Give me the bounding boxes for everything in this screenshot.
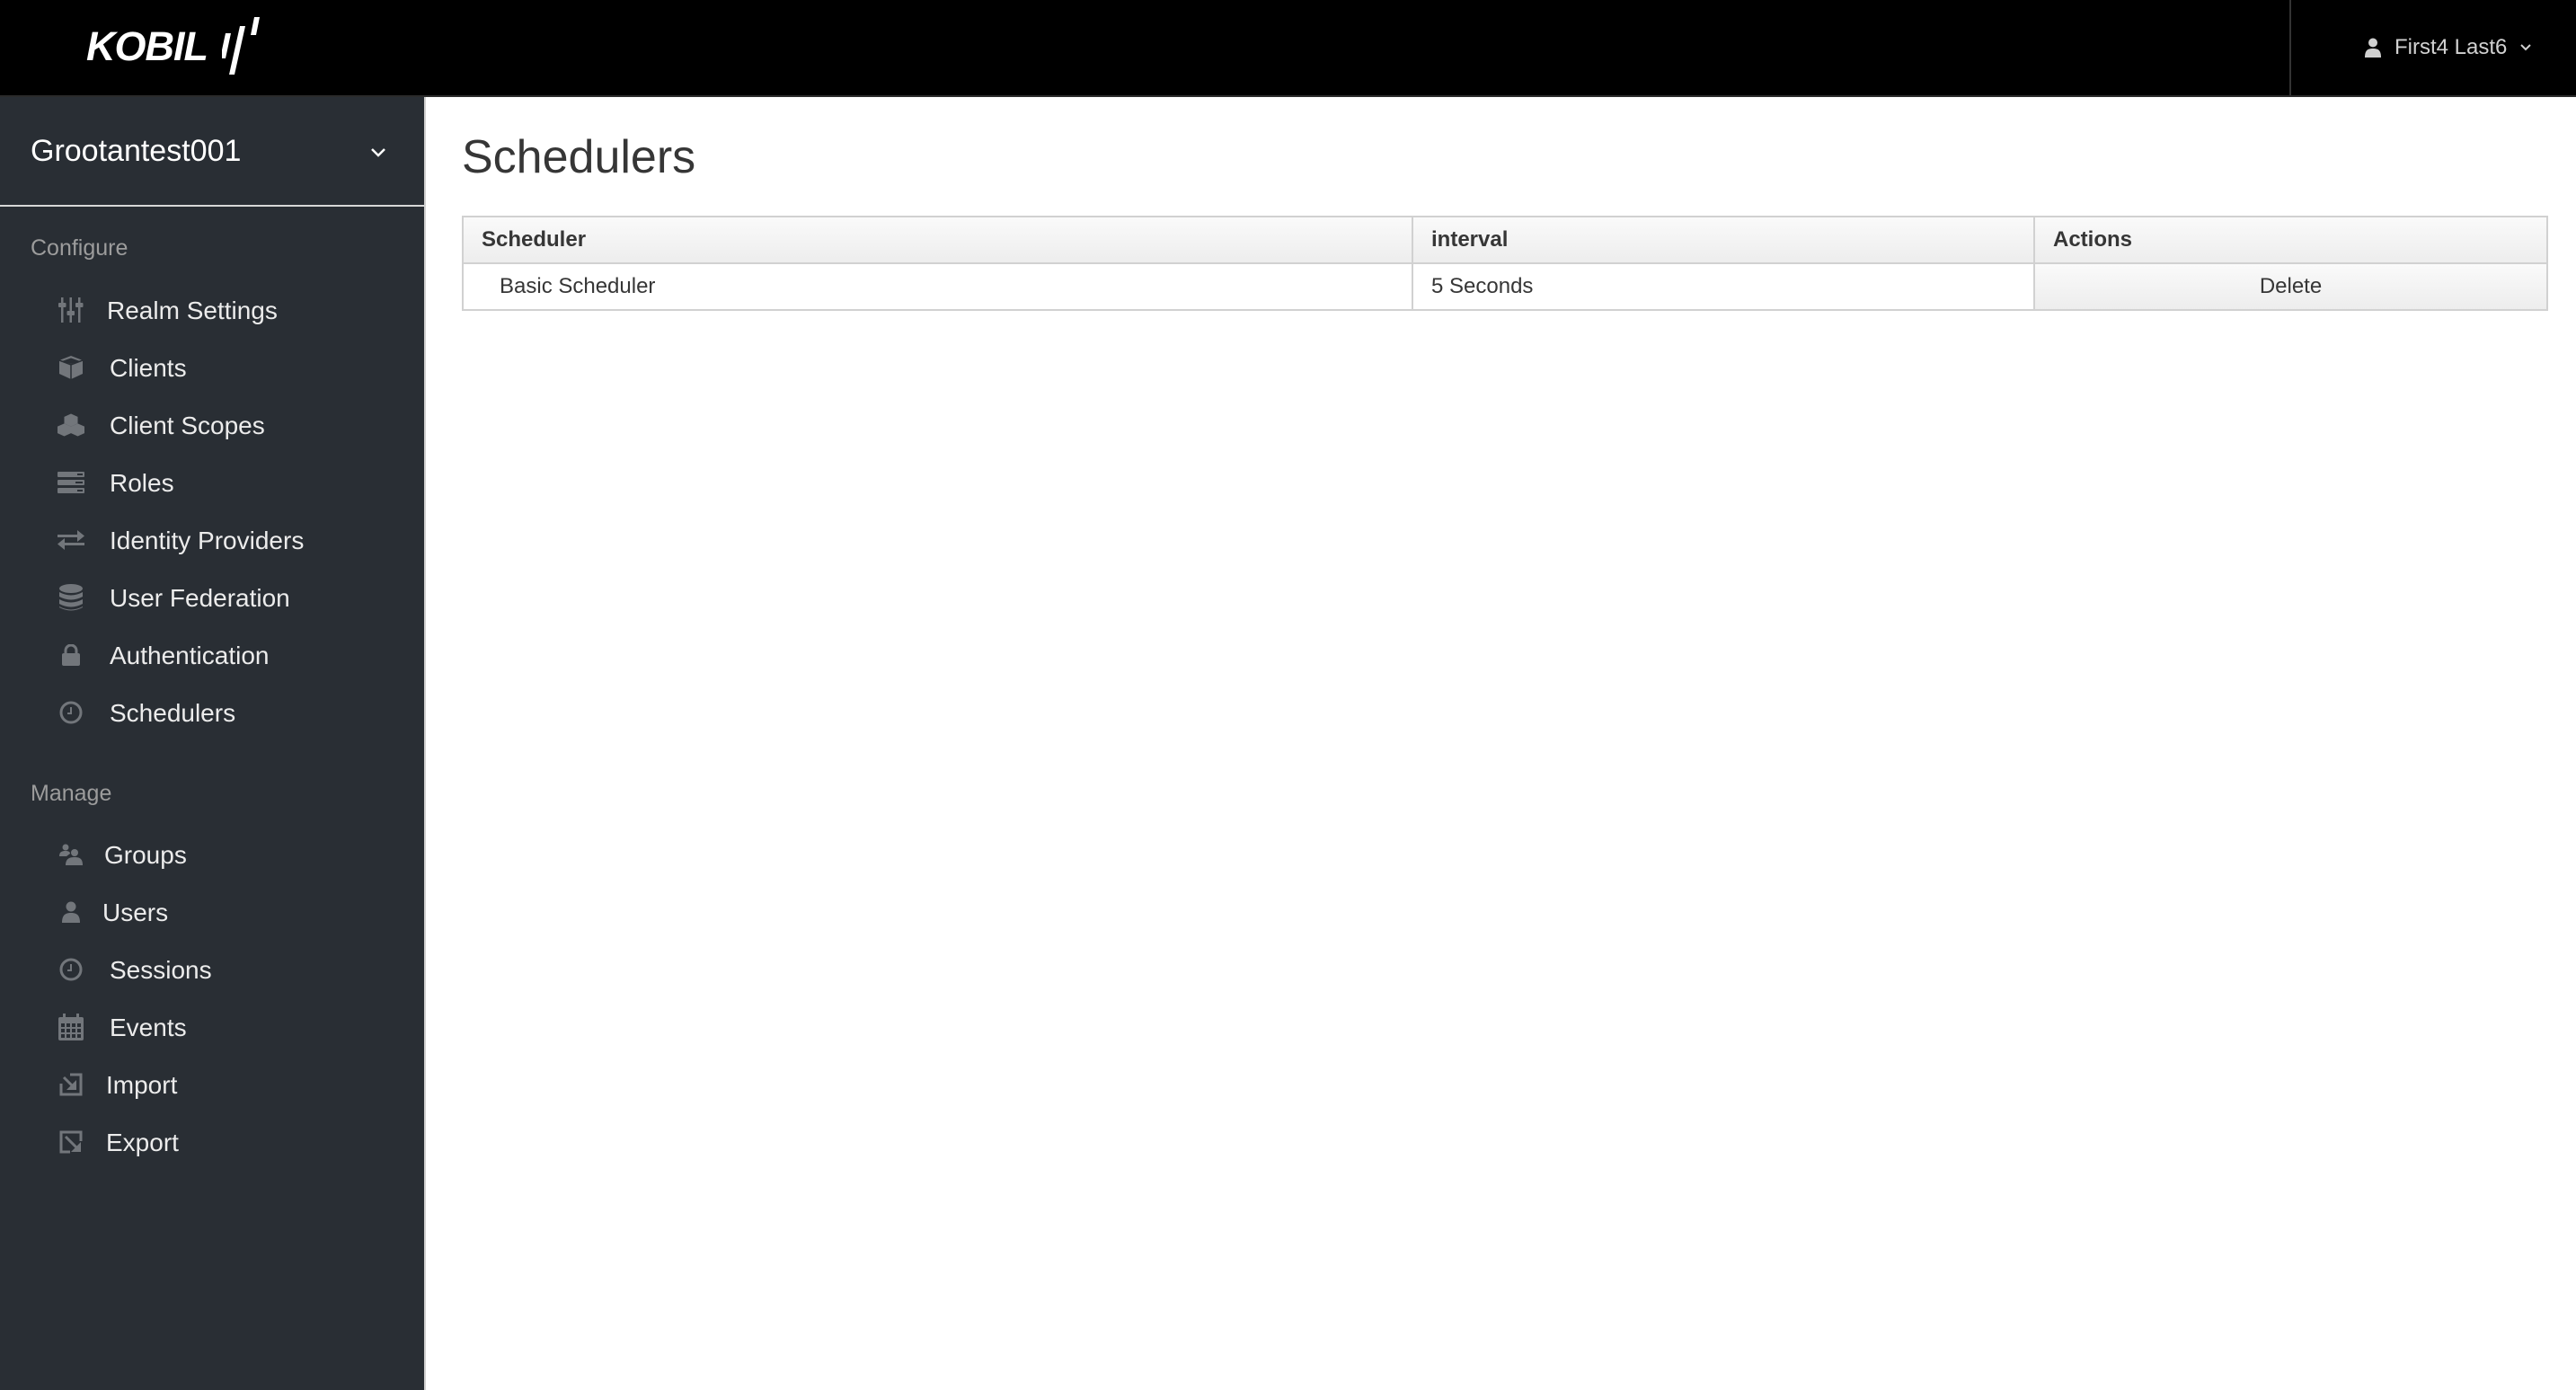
column-header-interval: interval	[1412, 216, 2035, 264]
chevron-down-icon	[371, 148, 385, 157]
lock-icon	[58, 642, 84, 668]
user-name: First4 Last6	[2395, 35, 2508, 59]
sidebar: Grootantest001 Configure Realm Settings …	[0, 97, 426, 1390]
realm-divider	[0, 205, 424, 207]
sidebar-item-users[interactable]: Users	[0, 887, 424, 937]
sidebar-item-label: Import	[106, 1071, 178, 1099]
sidebar-item-roles[interactable]: Roles	[0, 457, 424, 508]
logo-mark-icon	[222, 17, 260, 75]
sidebar-item-label: Client Scopes	[110, 412, 265, 439]
top-header: KOBIL First4 Last6	[0, 0, 2576, 97]
import-icon	[58, 1072, 84, 1097]
page-title: Schedulers	[462, 131, 696, 183]
sidebar-item-label: Users	[102, 899, 169, 926]
delete-button[interactable]: Delete	[2033, 262, 2548, 311]
sidebar-item-export[interactable]: Export	[0, 1117, 424, 1167]
sidebar-item-label: Authentication	[110, 642, 270, 669]
sidebar-item-label: Export	[106, 1129, 179, 1156]
sidebar-item-label: Clients	[110, 354, 187, 382]
sidebar-item-groups[interactable]: Groups	[0, 829, 424, 880]
sidebar-item-label: Identity Providers	[110, 527, 305, 554]
users-icon	[58, 842, 84, 867]
sidebar-item-identity-providers[interactable]: Identity Providers	[0, 515, 424, 565]
user-menu-button[interactable]: First4 Last6	[2289, 0, 2576, 95]
realm-name: Grootantest001	[31, 134, 242, 168]
section-label-configure: Configure	[31, 235, 128, 261]
sidebar-item-user-federation[interactable]: User Federation	[0, 572, 424, 623]
column-header-actions: Actions	[2033, 216, 2548, 264]
sidebar-item-label: Events	[110, 1014, 187, 1041]
chevron-down-icon	[2520, 44, 2532, 51]
sidebar-item-authentication[interactable]: Authentication	[0, 630, 424, 680]
scheduler-name-cell[interactable]: Basic Scheduler	[462, 262, 1413, 311]
column-header-scheduler: Scheduler	[462, 216, 1413, 264]
table-row: Basic Scheduler 5 Seconds Delete	[462, 262, 2548, 311]
sidebar-item-label: Schedulers	[110, 699, 236, 727]
server-icon	[58, 470, 84, 495]
sidebar-item-client-scopes[interactable]: Client Scopes	[0, 400, 424, 450]
sidebar-item-clients[interactable]: Clients	[0, 342, 424, 393]
user-icon	[2365, 38, 2381, 58]
section-label-manage: Manage	[31, 781, 112, 806]
table-header-row: Scheduler interval Actions	[462, 216, 2548, 264]
sidebar-item-label: Groups	[104, 841, 187, 869]
exchange-icon	[58, 527, 84, 553]
cube-icon	[58, 355, 84, 380]
kobil-logo[interactable]: KOBIL	[86, 16, 260, 75]
sidebar-item-label: Roles	[110, 469, 174, 497]
sidebar-item-import[interactable]: Import	[0, 1059, 424, 1110]
database-icon	[58, 584, 84, 611]
clock-icon	[58, 957, 84, 982]
sidebar-item-sessions[interactable]: Sessions	[0, 944, 424, 995]
clock-icon	[58, 700, 84, 725]
sidebar-item-events[interactable]: Events	[0, 1002, 424, 1052]
sidebar-item-realm-settings[interactable]: Realm Settings	[0, 285, 424, 335]
realm-selector[interactable]: Grootantest001	[0, 97, 424, 206]
user-icon	[58, 899, 84, 925]
export-icon	[58, 1129, 84, 1155]
interval-cell: 5 Seconds	[1412, 262, 2035, 311]
sidebar-item-label: Realm Settings	[107, 297, 278, 324]
calendar-icon	[58, 1014, 84, 1040]
sidebar-item-label: Sessions	[110, 956, 212, 984]
cubes-icon	[58, 412, 84, 438]
schedulers-table: Scheduler interval Actions Basic Schedul…	[462, 216, 2548, 311]
sidebar-item-label: User Federation	[110, 584, 290, 612]
logo-text: KOBIL	[86, 22, 208, 69]
sliders-icon	[58, 297, 84, 323]
sidebar-item-schedulers[interactable]: Schedulers	[0, 687, 424, 738]
